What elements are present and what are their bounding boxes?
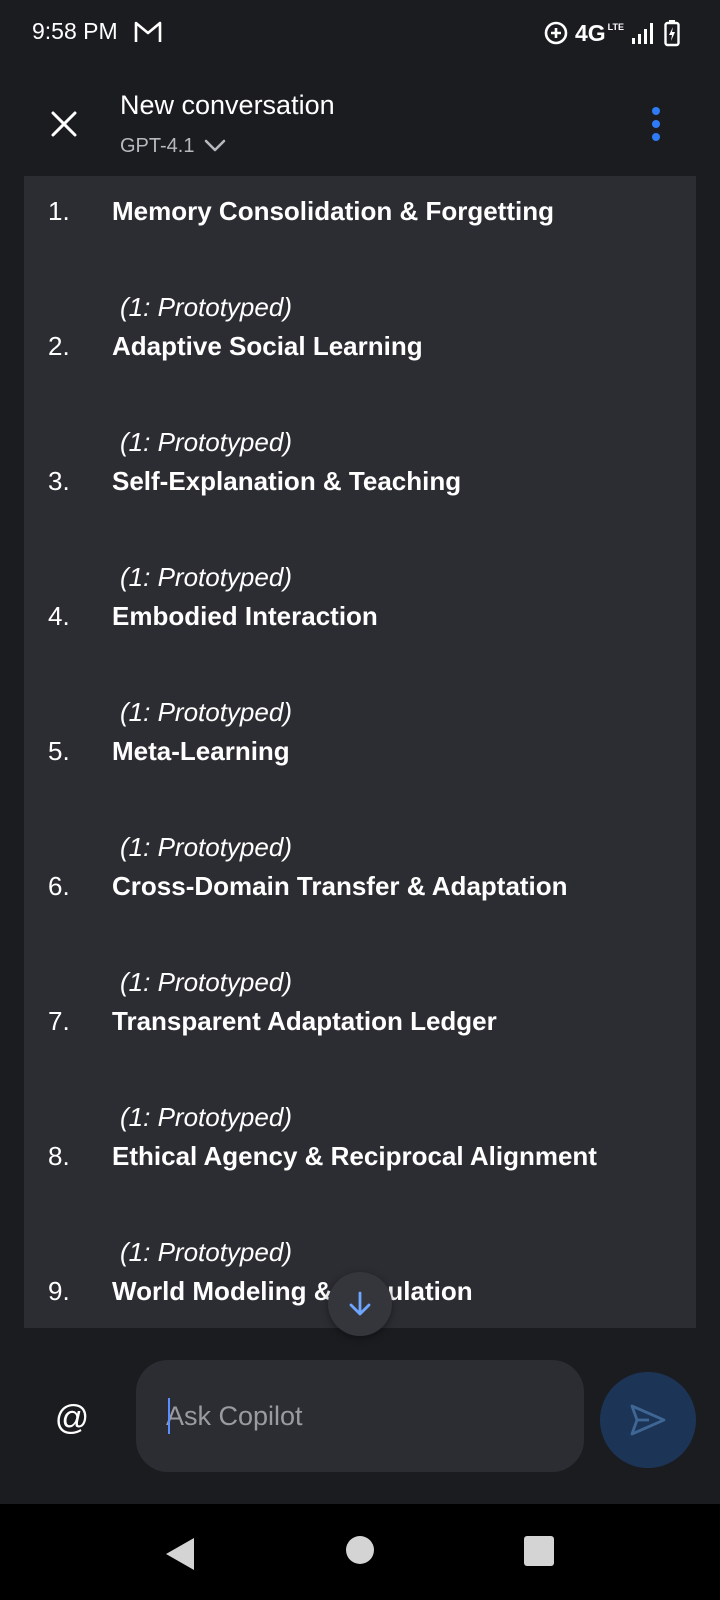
recents-nav-icon[interactable] — [524, 1536, 554, 1566]
close-button[interactable] — [40, 100, 88, 148]
list-item: 2. Adaptive Social Learning (1: Prototyped… — [24, 311, 696, 457]
list-item-number: 6. — [48, 871, 70, 901]
back-nav-icon[interactable] — [160, 1534, 200, 1574]
list-item-title: World Modeling & Simulation — [112, 1276, 473, 1306]
at-sign-icon: @ — [54, 1398, 90, 1437]
text-caret — [168, 1398, 170, 1434]
status-icons: 4G LTE — [543, 16, 680, 50]
model-selector[interactable]: GPT-4.1 — [120, 128, 226, 164]
list-item: 4. Embodied Interaction (1: Prototyped) — [24, 581, 696, 727]
list-item-number: 9. — [48, 1276, 70, 1306]
message-input[interactable] — [166, 1394, 546, 1438]
list-item-number: 4. — [48, 601, 70, 631]
status-time: 9:58 PM — [32, 18, 118, 44]
list-item: 6. Cross-Domain Transfer & Adaptation (1: … — [24, 851, 696, 997]
message-input-box[interactable] — [136, 1360, 584, 1472]
signal-icon — [632, 23, 653, 44]
send-button[interactable] — [600, 1372, 696, 1468]
network-type: 4G — [574, 19, 606, 46]
mention-button[interactable]: @ — [48, 1390, 96, 1446]
send-icon — [630, 1404, 666, 1436]
list-item-title: Self-Explanation & Teaching — [112, 466, 462, 496]
list-item: 1. Memory Consolidation & Forgetting (1: P… — [24, 176, 696, 322]
list-item: 3. Self-Explanation & Teaching (1: Prototy… — [24, 446, 696, 592]
home-nav-icon[interactable] — [346, 1536, 374, 1564]
app-header: New conversation GPT-4.1 — [0, 76, 720, 176]
list-item-title: Meta-Learning — [112, 736, 290, 766]
list-item-number: 2. — [48, 331, 70, 361]
gmail-icon — [134, 21, 162, 42]
list-item-number: 1. — [48, 196, 70, 226]
close-icon — [51, 111, 77, 137]
arrow-down-icon — [349, 1291, 371, 1316]
list-item-number: 5. — [48, 736, 70, 766]
network-subtype: LTE — [607, 22, 624, 32]
list-item-title: Embodied Interaction — [112, 601, 378, 631]
status-bar: 9:58 PM 4G LTE — [0, 0, 720, 66]
list-item-number: 8. — [48, 1141, 70, 1171]
battery-charging-icon — [664, 20, 680, 47]
screen: 9:58 PM 4G LTE New conversation GPT-4.1 … — [0, 0, 720, 1600]
list-item-number: 3. — [48, 466, 70, 496]
list-item-title: Memory Consolidation & Forgetting — [112, 196, 554, 226]
system-nav-bar — [0, 1504, 720, 1600]
data-saver-icon — [544, 21, 568, 45]
more-options-button[interactable] — [632, 96, 680, 152]
list-item: 8. Ethical Agency & Reciprocal Alignment(… — [24, 1121, 696, 1267]
scroll-to-bottom-button[interactable] — [328, 1272, 392, 1336]
chevron-down-icon — [205, 139, 226, 152]
list-item-number: 7. — [48, 1006, 70, 1036]
list-item-title: Ethical Agency & Reciprocal Alignment — [112, 1141, 597, 1171]
conversation-title: New conversation — [120, 90, 335, 120]
list-item: 5. Meta-Learning (1: Prototyped) — [24, 716, 696, 862]
message-content: 1. Memory Consolidation & Forgetting (1: P… — [24, 176, 696, 1328]
more-vertical-icon — [652, 107, 660, 141]
list-item: 7. Transparent Adaptation Ledger (1: Proto… — [24, 986, 696, 1132]
list-item-title: Cross-Domain Transfer & Adaptation — [112, 871, 568, 901]
model-label: GPT-4.1 — [120, 134, 195, 157]
list-item-title: Transparent Adaptation Ledger — [112, 1006, 497, 1036]
list-item-title: Adaptive Social Learning — [112, 331, 423, 361]
